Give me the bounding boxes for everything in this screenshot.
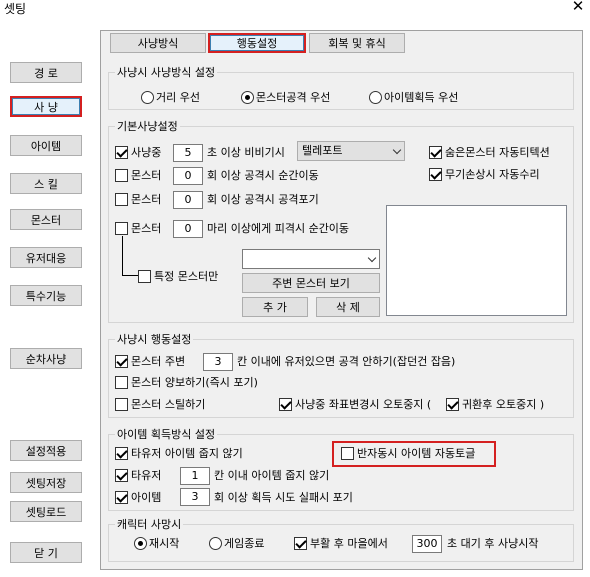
yield-monster-checkbox[interactable] bbox=[115, 376, 128, 389]
window-title: 셋팅 bbox=[4, 2, 27, 16]
radio-distance-first[interactable] bbox=[141, 91, 154, 104]
checkbox-label: 귀환후 오토중지 ) bbox=[462, 398, 545, 411]
monster-select[interactable] bbox=[242, 249, 380, 269]
checkbox-label: 사냥중 좌표변경시 오토중지 ( bbox=[295, 398, 432, 411]
semi-auto-item-toggle-checkbox[interactable] bbox=[341, 447, 354, 460]
sidebar-item-hunt[interactable]: 사 냥 bbox=[10, 96, 82, 117]
close-icon[interactable]: ✕ bbox=[570, 0, 586, 14]
chevron-down-icon bbox=[367, 253, 377, 263]
tab-action-settings[interactable]: 행동설정 bbox=[208, 33, 306, 53]
checkbox-label: 몬스터 bbox=[131, 169, 162, 182]
item-pickup-fail-count-input[interactable]: 3 bbox=[180, 488, 210, 506]
delete-monster-button[interactable]: 삭 제 bbox=[316, 297, 380, 317]
field-label: 초 이상 비비기시 bbox=[207, 146, 285, 159]
user-distance-input[interactable]: 3 bbox=[203, 353, 233, 371]
radio-label: 거리 우선 bbox=[156, 91, 200, 104]
radio-monster-attack-first[interactable] bbox=[241, 91, 254, 104]
checkbox-label: 몬스터 bbox=[131, 222, 162, 235]
sidebar-item-route[interactable]: 경 로 bbox=[10, 62, 82, 83]
attack-giveup-checkbox[interactable] bbox=[115, 193, 128, 206]
hit-teleport-checkbox[interactable] bbox=[115, 222, 128, 235]
tree-connector bbox=[122, 236, 138, 276]
revive-wait-seconds-input[interactable]: 300 bbox=[412, 535, 442, 553]
load-settings-button[interactable]: 셋팅로드 bbox=[10, 501, 82, 522]
field-label: 회 이상 공격시 공격포기 bbox=[207, 193, 319, 206]
sidebar-item-item[interactable]: 아이템 bbox=[10, 135, 82, 156]
hit-teleport-count-input[interactable]: 0 bbox=[173, 220, 203, 238]
sidebar-item-monster[interactable]: 몬스터 bbox=[10, 209, 82, 230]
field-label: 회 이상 공격시 순간이동 bbox=[207, 169, 319, 182]
other-user-distance-checkbox[interactable] bbox=[115, 469, 128, 482]
item-pickup-legend: 아이템 획득방식 설정 bbox=[117, 428, 216, 441]
tab-label: 행동설정 bbox=[210, 35, 304, 51]
field-label: 칸 이내에 유저있으면 공격 안하기(잡던건 잡음) bbox=[237, 355, 456, 368]
checkbox-label: 몬스터 양보하기(즉시 포기) bbox=[131, 376, 258, 389]
steal-monster-checkbox[interactable] bbox=[115, 398, 128, 411]
revive-wait-checkbox[interactable] bbox=[294, 537, 307, 550]
radio-item-pickup-first[interactable] bbox=[369, 91, 382, 104]
add-monster-button[interactable]: 추 가 bbox=[242, 297, 308, 317]
attack-teleport-count-input[interactable]: 0 bbox=[173, 167, 203, 185]
combo-value: 텔레포트 bbox=[302, 144, 343, 157]
item-pickup-fail-checkbox[interactable] bbox=[115, 491, 128, 504]
sidebar-item-special[interactable]: 특수기능 bbox=[10, 285, 82, 306]
radio-label: 게임종료 bbox=[224, 537, 265, 550]
radio-exit-game[interactable] bbox=[209, 537, 222, 550]
checkbox-label: 사냥중 bbox=[131, 146, 162, 159]
radio-label: 몬스터공격 우선 bbox=[256, 91, 331, 104]
field-label: 마리 이상에게 피격시 순간이동 bbox=[207, 222, 350, 235]
hunting-checkbox[interactable] bbox=[115, 146, 128, 159]
user-nearby-checkbox[interactable] bbox=[115, 355, 128, 368]
checkbox-label: 아이템 bbox=[131, 491, 162, 504]
skip-other-user-items-checkbox[interactable] bbox=[115, 447, 128, 460]
monster-list[interactable] bbox=[386, 205, 567, 316]
idle-seconds-input[interactable]: 5 bbox=[173, 144, 203, 162]
field-label: 초 대기 후 사냥시작 bbox=[447, 537, 539, 550]
checkbox-label: 부활 후 마을에서 bbox=[310, 537, 388, 550]
close-button[interactable]: 닫 기 bbox=[10, 542, 82, 563]
coord-change-stop-checkbox[interactable] bbox=[279, 398, 292, 411]
action-settings-legend: 사냥시 행동설정 bbox=[117, 333, 192, 346]
checkbox-label: 타유저 아이템 줍지 않기 bbox=[131, 447, 243, 460]
attack-teleport-checkbox[interactable] bbox=[115, 169, 128, 182]
apply-settings-button[interactable]: 설정적용 bbox=[10, 440, 82, 461]
hunt-method-legend: 사냥시 사냥방식 설정 bbox=[117, 66, 216, 79]
return-stop-checkbox[interactable] bbox=[446, 398, 459, 411]
character-death-legend: 캐릭터 사망시 bbox=[117, 518, 182, 531]
field-label: 칸 이내 아이템 줍지 않기 bbox=[214, 469, 330, 482]
checkbox-label: 숨은몬스터 자동티텍션 bbox=[445, 146, 550, 159]
attack-giveup-count-input[interactable]: 0 bbox=[173, 191, 203, 209]
hidden-monster-detect-checkbox[interactable] bbox=[429, 146, 442, 159]
checkbox-label: 무기손상시 자동수리 bbox=[445, 168, 540, 181]
view-nearby-monsters-button[interactable]: 주변 몬스터 보기 bbox=[242, 273, 380, 293]
save-settings-button[interactable]: 셋팅저장 bbox=[10, 472, 82, 493]
sidebar-item-user-response[interactable]: 유저대응 bbox=[10, 247, 82, 268]
specific-monster-checkbox[interactable] bbox=[138, 270, 151, 283]
checkbox-label: 특정 몬스터만 bbox=[154, 270, 219, 283]
tab-recovery-rest[interactable]: 회복 및 휴식 bbox=[309, 33, 405, 53]
checkbox-label: 반자동시 아이템 자동토글 bbox=[357, 447, 476, 460]
checkbox-label: 몬스터 주변 bbox=[131, 355, 186, 368]
checkbox-label: 타유저 bbox=[131, 469, 162, 482]
other-user-distance-input[interactable]: 1 bbox=[180, 467, 210, 485]
radio-restart[interactable] bbox=[134, 537, 147, 550]
tab-hunt-method[interactable]: 사냥방식 bbox=[110, 33, 206, 53]
chevron-down-icon bbox=[392, 145, 402, 155]
checkbox-label: 몬스터 스틸하기 bbox=[131, 398, 206, 411]
sidebar-item-skill[interactable]: 스 킬 bbox=[10, 173, 82, 194]
idle-action-combo[interactable]: 텔레포트 bbox=[297, 141, 405, 161]
radio-label: 재시작 bbox=[149, 537, 180, 550]
basic-hunt-legend: 기본사냥설정 bbox=[117, 120, 178, 133]
checkbox-label: 몬스터 bbox=[131, 193, 162, 206]
radio-label: 아이템획득 우선 bbox=[384, 91, 459, 104]
sidebar-item-sequential-hunt[interactable]: 순차사냥 bbox=[10, 348, 82, 369]
field-label: 회 이상 획득 시도 실패시 포기 bbox=[214, 491, 353, 504]
sidebar-item-label: 사 냥 bbox=[12, 98, 80, 115]
auto-repair-checkbox[interactable] bbox=[429, 168, 442, 181]
